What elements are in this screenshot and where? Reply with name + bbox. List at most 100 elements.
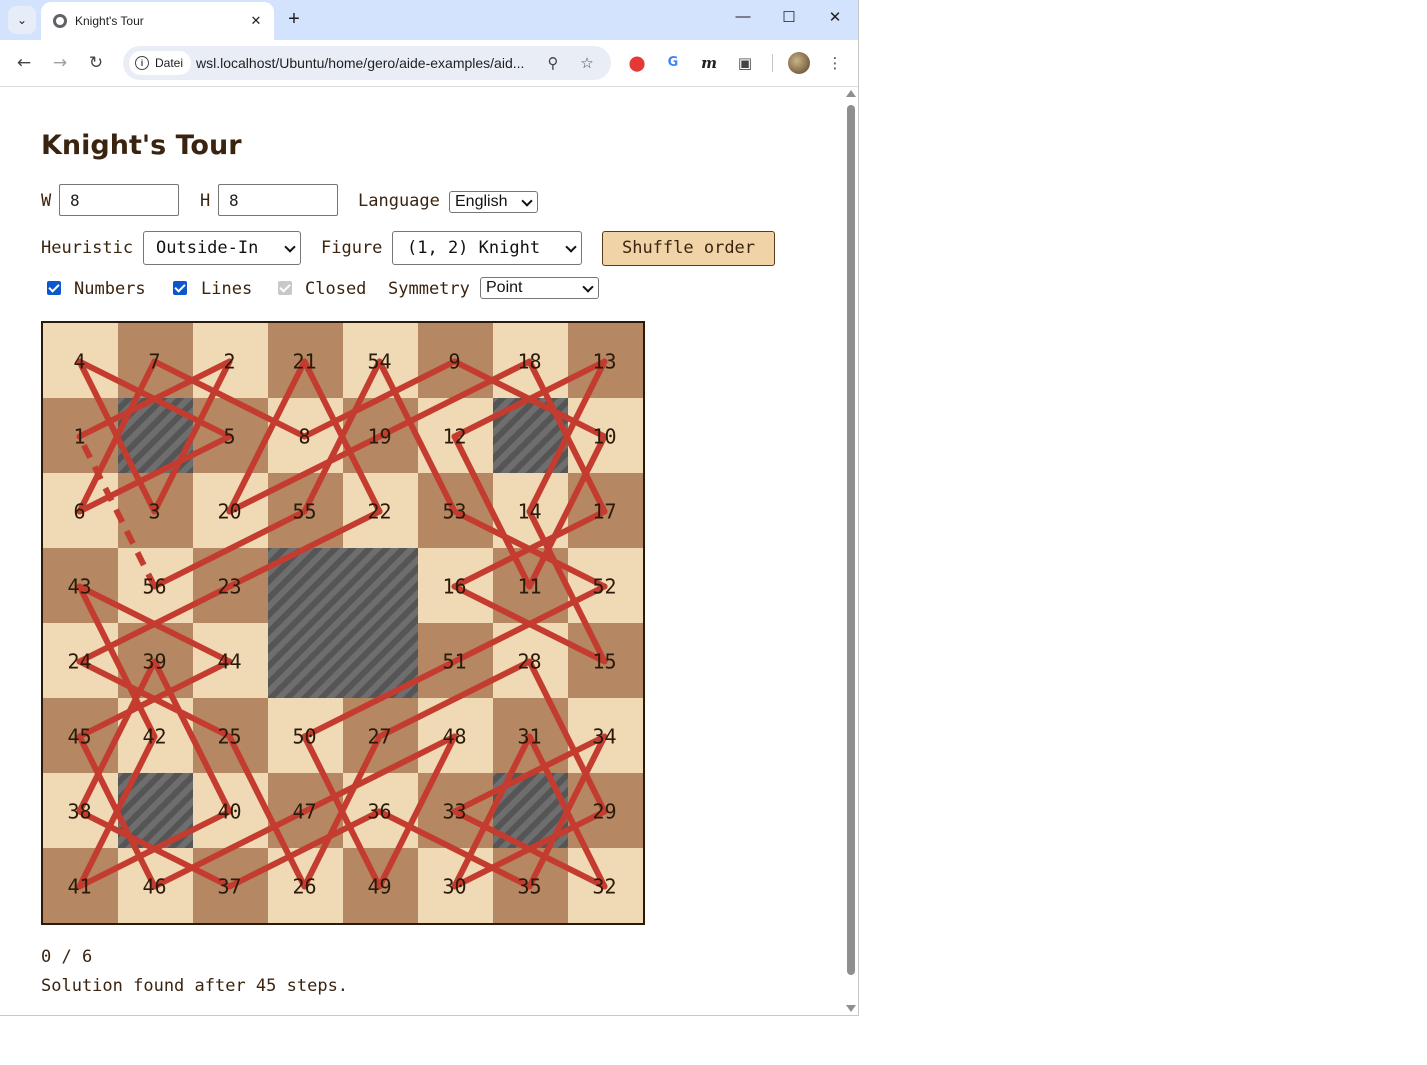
menu-kebab-icon[interactable]: ⋮: [823, 51, 847, 75]
square-number: 5: [223, 425, 235, 449]
chevron-down-icon: ⌄: [16, 13, 28, 27]
blocked-square[interactable]: [343, 548, 418, 623]
square-number: 38: [67, 800, 91, 824]
width-input[interactable]: [59, 184, 179, 216]
square-number: 6: [73, 500, 85, 524]
toolbar-divider: [772, 54, 773, 72]
square-number: 36: [367, 800, 391, 824]
close-tab-icon[interactable]: ✕: [246, 14, 266, 29]
height-input[interactable]: [218, 184, 338, 216]
vertical-scrollbar[interactable]: [843, 87, 858, 1015]
square-number: 41: [67, 875, 91, 899]
chevron-down-icon: [582, 281, 594, 293]
page-title: Knight's Tour: [41, 130, 242, 161]
reload-button[interactable]: ↻: [84, 51, 108, 75]
square-number: 44: [217, 650, 241, 674]
bookmark-star-icon[interactable]: ☆: [577, 53, 597, 73]
square-number: 53: [442, 500, 466, 524]
square-number: 56: [142, 575, 166, 599]
status-message: Solution found after 45 steps.: [41, 976, 349, 996]
address-bar[interactable]: i Datei wsl.localhost/Ubuntu/home/gero/a…: [123, 46, 611, 80]
url-text[interactable]: wsl.localhost/Ubuntu/home/gero/aide-exam…: [196, 55, 536, 71]
square-number: 51: [442, 650, 466, 674]
page-content: Knight's Tour W H Language English Heuri…: [0, 87, 843, 1015]
square-number: 32: [592, 875, 616, 899]
shuffle-order-button[interactable]: Shuffle order: [602, 231, 775, 266]
lines-label: Lines: [201, 279, 253, 299]
width-label: W: [41, 191, 52, 211]
square-number: 33: [442, 800, 466, 824]
chevron-down-icon: [521, 195, 533, 207]
square-number: 45: [67, 725, 91, 749]
heuristic-select[interactable]: Outside-In: [143, 231, 301, 265]
scroll-up-arrow-icon[interactable]: [846, 90, 856, 97]
square-number: 52: [592, 575, 616, 599]
square-number: 7: [148, 350, 160, 374]
chess-board[interactable]: 1234567891011121314151617181920212223242…: [41, 321, 645, 925]
new-tab-button[interactable]: +: [283, 8, 305, 30]
numbers-checkbox[interactable]: [47, 281, 61, 295]
solution-progress: 0 / 6: [41, 947, 93, 967]
square-number: 30: [442, 875, 466, 899]
square-number: 40: [217, 800, 241, 824]
closed-checkbox[interactable]: [278, 281, 292, 295]
browser-toolbar: ← → ↻ i Datei wsl.localhost/Ubuntu/home/…: [0, 40, 858, 87]
square-number: 54: [367, 350, 391, 374]
height-label: H: [200, 191, 211, 211]
square-number: 35: [517, 875, 541, 899]
tab-title: Knight's Tour: [75, 14, 144, 28]
translate-extension-icon[interactable]: G: [661, 51, 685, 75]
blocked-square[interactable]: [268, 623, 343, 698]
chevron-down-icon: [565, 241, 577, 253]
globe-icon: [53, 14, 67, 28]
info-icon: i: [135, 56, 149, 70]
square-number: 47: [292, 800, 316, 824]
square-number: 34: [592, 725, 616, 749]
square-number: 15: [592, 650, 616, 674]
square-number: 22: [367, 500, 391, 524]
square-number: 3: [148, 500, 160, 524]
square-number: 50: [292, 725, 316, 749]
square-number: 11: [517, 575, 541, 599]
zoom-icon[interactable]: ⚲: [543, 53, 563, 73]
tab-active[interactable]: Knight's Tour ✕: [41, 2, 274, 40]
tab-search-button[interactable]: ⌄: [8, 6, 36, 34]
close-window-button[interactable]: ✕: [812, 8, 858, 26]
square-number: 16: [442, 575, 466, 599]
minimize-button[interactable]: —: [720, 8, 766, 25]
square-number: 49: [367, 875, 391, 899]
square-number: 10: [592, 425, 616, 449]
square-number: 26: [292, 875, 316, 899]
tab-strip: ⌄ Knight's Tour ✕ + — ☐ ✕: [0, 0, 858, 40]
language-label: Language: [358, 191, 440, 211]
language-select-value: English: [455, 193, 508, 210]
square-number: 37: [217, 875, 241, 899]
scrollbar-thumb[interactable]: [847, 105, 855, 975]
square-number: 4: [73, 350, 85, 374]
adblock-extension-icon[interactable]: ⬤: [625, 51, 649, 75]
square-number: 21: [292, 350, 316, 374]
scroll-down-arrow-icon[interactable]: [846, 1005, 856, 1012]
symmetry-select[interactable]: Point: [480, 277, 599, 299]
square-number: 24: [67, 650, 91, 674]
closed-label: Closed: [305, 279, 367, 299]
extensions-puzzle-icon[interactable]: ▣: [733, 51, 757, 75]
square-number: 20: [217, 500, 241, 524]
language-select[interactable]: English: [449, 191, 538, 213]
m-extension-icon[interactable]: m: [697, 51, 721, 75]
square-number: 17: [592, 500, 616, 524]
figure-select[interactable]: (1, 2) Knight: [392, 231, 582, 265]
square-number: 42: [142, 725, 166, 749]
square-number: 9: [448, 350, 460, 374]
square-number: 43: [67, 575, 91, 599]
profile-avatar[interactable]: [788, 52, 810, 74]
site-info-chip[interactable]: i Datei: [129, 51, 192, 75]
square-number: 12: [442, 425, 466, 449]
maximize-button[interactable]: ☐: [766, 8, 812, 26]
back-button[interactable]: ←: [12, 51, 36, 75]
lines-checkbox[interactable]: [173, 281, 187, 295]
heuristic-label: Heuristic: [41, 238, 134, 258]
forward-button[interactable]: →: [48, 51, 72, 75]
square-number: 28: [517, 650, 541, 674]
square-number: 2: [223, 350, 235, 374]
